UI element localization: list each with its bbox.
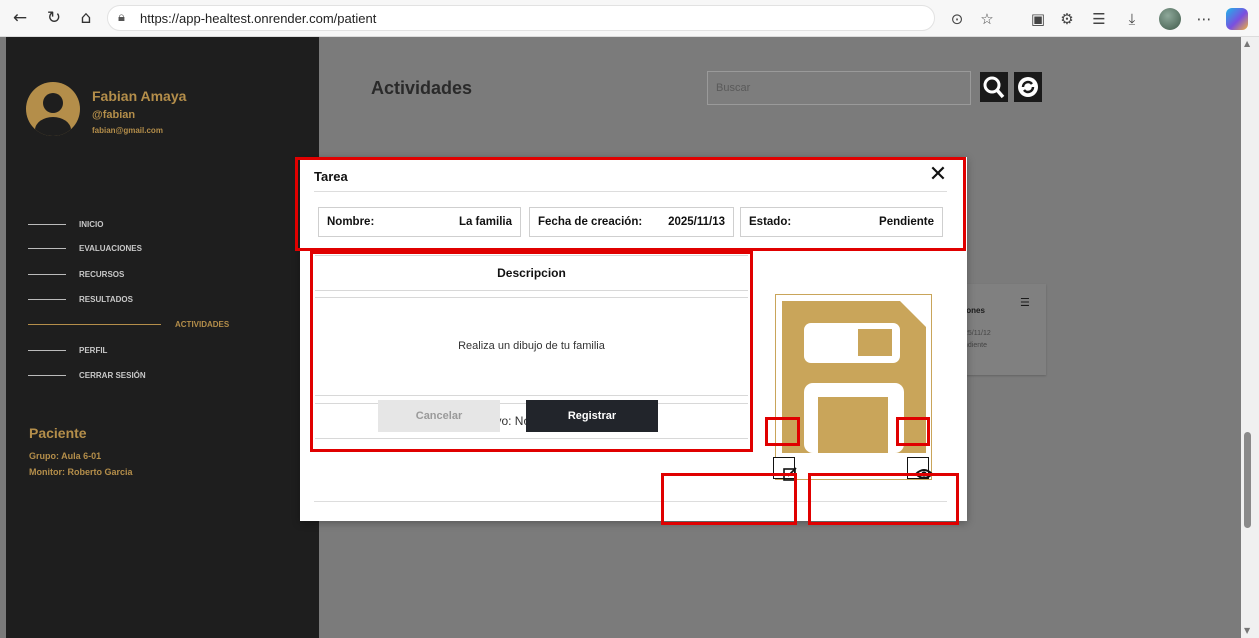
field-fecha: Fecha de creación: 2025/11/13 <box>529 207 734 237</box>
url-text: https://app-healtest.onrender.com/patien… <box>140 11 377 26</box>
refresh-icon[interactable]: ↻ <box>44 8 64 28</box>
search-input[interactable] <box>708 72 970 104</box>
back-icon[interactable]: ← <box>10 8 30 28</box>
register-button[interactable]: Registrar <box>526 400 658 432</box>
user-avatar-icon <box>26 82 80 136</box>
view-image-button[interactable] <box>907 457 934 479</box>
floppy-disk-icon <box>782 301 926 453</box>
divider <box>314 501 947 502</box>
search-field[interactable] <box>707 71 971 105</box>
task-modal: Tarea ✕ Nombre: La familia Fecha de crea… <box>300 157 967 521</box>
sidebar-item-actividades[interactable]: ACTIVIDADES <box>28 320 229 334</box>
field-estado: Estado: Pendiente <box>740 207 943 237</box>
description-header: Descripcion <box>315 255 748 291</box>
close-icon[interactable]: ✕ <box>926 163 950 187</box>
scrollbar-thumb[interactable] <box>1244 432 1251 528</box>
search-button[interactable] <box>979 71 1009 103</box>
card-date: 25/11/12 <box>964 330 991 337</box>
more-options-circle-icon[interactable]: ⊙ <box>946 8 968 30</box>
browser-toolbar: ← ↻ ⌂ 🔒︎ https://app-healtest.onrender.c… <box>0 0 1259 37</box>
cancel-button[interactable]: Cancelar <box>378 400 500 432</box>
field-label: Nombre: <box>327 216 375 228</box>
field-value: 2025/11/13 <box>668 216 725 228</box>
field-value: Pendiente <box>879 216 934 228</box>
refresh-button[interactable] <box>1013 71 1043 103</box>
divider <box>314 191 947 192</box>
more-menu-icon[interactable]: ⋯ <box>1193 8 1215 30</box>
search-icon <box>980 72 1008 102</box>
split-screen-icon[interactable]: ▣ <box>1027 8 1049 30</box>
edit-icon <box>783 467 797 481</box>
field-label: Estado: <box>749 216 792 228</box>
sidebar-item-evaluaciones[interactable]: EVALUACIONES <box>28 244 142 258</box>
description-text: Realiza un dibujo de tu familia <box>315 297 748 396</box>
field-nombre: Nombre: La familia <box>318 207 521 237</box>
extensions-icon[interactable]: ⚙ <box>1056 8 1078 30</box>
role-group: Grupo: Aula 6-01 <box>29 451 102 461</box>
image-panel <box>773 294 934 481</box>
role-title: Paciente <box>29 425 87 441</box>
role-monitor: Monitor: Roberto Garcia <box>29 467 133 477</box>
sidebar-item-resultados[interactable]: RESULTADOS <box>28 295 133 309</box>
refresh-icon <box>1014 72 1042 102</box>
scrollbar-track[interactable] <box>1241 37 1259 638</box>
user-handle: @fabian <box>92 109 136 121</box>
copilot-icon[interactable] <box>1226 8 1248 30</box>
scroll-up-icon[interactable]: ▲ <box>1244 39 1250 48</box>
profile-avatar-icon[interactable] <box>1159 8 1181 30</box>
edit-image-button[interactable] <box>773 457 797 481</box>
user-email: fabian@gmail.com <box>92 126 163 135</box>
favorites-list-icon[interactable]: ☰ <box>1088 8 1110 30</box>
address-bar[interactable]: 🔒︎ https://app-healtest.onrender.com/pat… <box>107 5 935 31</box>
page-title: Actividades <box>371 78 473 98</box>
card-title: iones <box>964 306 985 315</box>
downloads-icon[interactable]: ⤓ <box>1121 8 1143 30</box>
field-value: La familia <box>458 216 512 228</box>
user-name: Fabian Amaya <box>92 88 187 104</box>
lock-icon: 🔒︎ <box>118 10 125 25</box>
eye-icon <box>914 469 934 479</box>
home-icon[interactable]: ⌂ <box>76 8 96 28</box>
card-status: ndiente <box>964 342 987 349</box>
scroll-down-icon[interactable]: ▼ <box>1244 626 1250 635</box>
sidebar-item-perfil[interactable]: PERFIL <box>28 346 107 360</box>
sidebar-item-inicio[interactable]: INICIO <box>28 220 103 234</box>
sidebar-item-recursos[interactable]: RECURSOS <box>28 270 124 284</box>
sidebar: Fabian Amaya @fabian fabian@gmail.com IN… <box>6 37 319 638</box>
list-icon: ☰ <box>1020 296 1030 309</box>
sidebar-item-cerrar-sesion[interactable]: CERRAR SESIÓN <box>28 371 146 385</box>
modal-title: Tarea <box>314 169 348 184</box>
app-viewport: Fabian Amaya @fabian fabian@gmail.com IN… <box>6 37 1241 638</box>
favorite-star-icon[interactable]: ☆ <box>976 8 998 30</box>
field-label: Fecha de creación: <box>538 216 643 228</box>
